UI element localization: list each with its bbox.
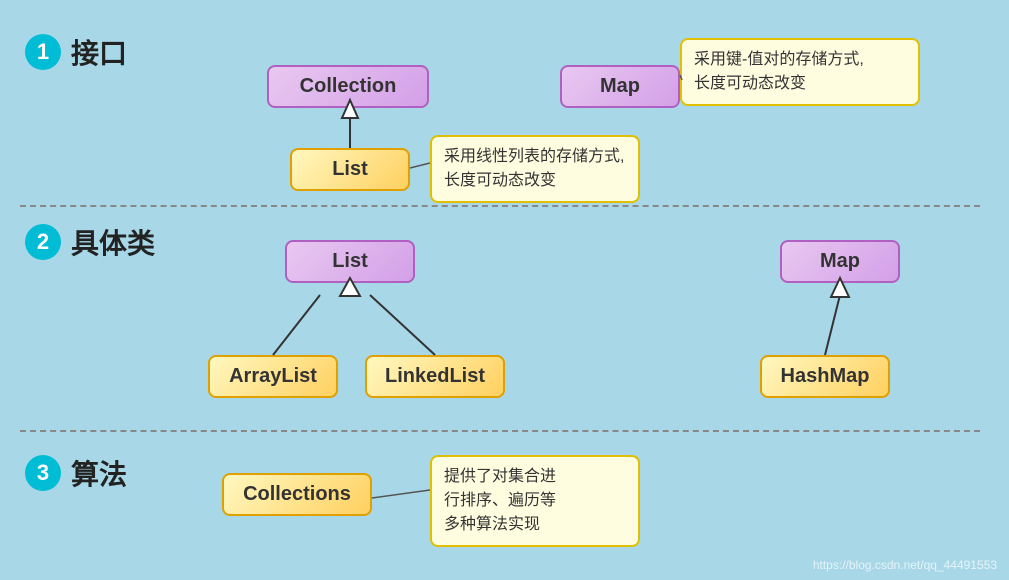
linkedlist-box: LinkedList bbox=[365, 355, 505, 398]
section1-title: 接口 bbox=[71, 32, 127, 72]
list-concrete-box: List bbox=[285, 240, 415, 283]
section2-title: 具体类 bbox=[71, 222, 155, 262]
divider-1 bbox=[20, 205, 980, 207]
collection-box: Collection bbox=[267, 65, 429, 108]
hashmap-box: HashMap bbox=[760, 355, 890, 398]
section3-label: 3 算法 bbox=[25, 453, 127, 493]
map-concrete-box: Map bbox=[780, 240, 900, 283]
arraylist-box: ArrayList bbox=[208, 355, 338, 398]
collections-box: Collections bbox=[222, 473, 372, 516]
watermark: https://blog.csdn.net/qq_44491553 bbox=[813, 558, 997, 572]
section1-label: 1 接口 bbox=[25, 32, 127, 72]
circle-2: 2 bbox=[25, 224, 61, 260]
section2-label: 2 具体类 bbox=[25, 222, 155, 262]
list-interface-box: List bbox=[290, 148, 410, 191]
list-callout: 采用线性列表的存储方式, 长度可动态改变 bbox=[430, 135, 640, 203]
collections-callout: 提供了对集合进 行排序、遍历等 多种算法实现 bbox=[430, 455, 640, 547]
divider-2 bbox=[20, 430, 980, 432]
map-interface-box: Map bbox=[560, 65, 680, 108]
circle-1: 1 bbox=[25, 34, 61, 70]
map-callout: 采用键-值对的存储方式, 长度可动态改变 bbox=[680, 38, 920, 106]
section3-title: 算法 bbox=[71, 453, 127, 493]
circle-3: 3 bbox=[25, 455, 61, 491]
